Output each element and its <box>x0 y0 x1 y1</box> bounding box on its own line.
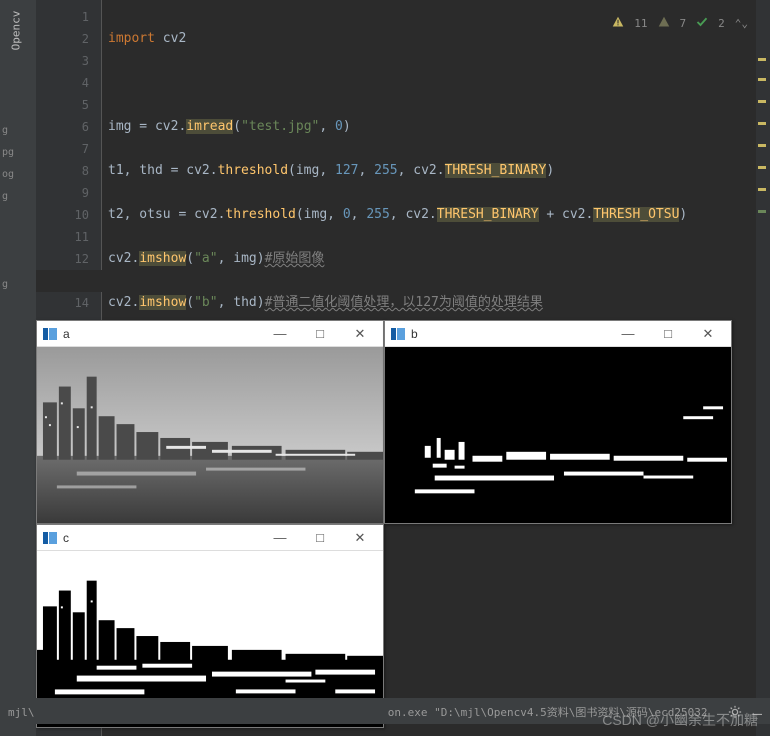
minimize-button[interactable]: — <box>263 530 297 545</box>
close-button[interactable]: ✕ <box>691 326 725 342</box>
line-number: 12 <box>36 248 89 270</box>
titlebar[interactable]: c — □ ✕ <box>37 525 383 551</box>
error-stripe[interactable] <box>756 0 770 736</box>
line-number: 7 <box>36 138 89 160</box>
list-item[interactable]: og <box>2 164 14 186</box>
line-number: 9 <box>36 182 89 204</box>
weak-warning-icon <box>658 16 670 31</box>
close-button[interactable]: ✕ <box>343 326 377 342</box>
titlebar[interactable]: b — □ ✕ <box>385 321 731 347</box>
weak-warning-count: 7 <box>680 17 687 30</box>
sidebar-file-list: g pg og g g <box>2 120 14 296</box>
ok-count: 2 <box>718 17 725 30</box>
list-item[interactable]: g <box>2 274 14 296</box>
line-number: 1 <box>36 6 89 28</box>
sidebar-tab-label[interactable]: Opencv <box>9 11 22 51</box>
gear-icon[interactable] <box>728 705 742 722</box>
image-canvas <box>385 347 731 523</box>
list-item[interactable]: g <box>2 186 14 208</box>
line-number: 6 <box>36 116 89 138</box>
line-number: 4 <box>36 72 89 94</box>
run-console-path: mjl\ on.exe "D:\mjl\Opencv4.5资料\图书资料\源码\… <box>0 698 770 724</box>
titlebar[interactable]: a — □ ✕ <box>37 321 383 347</box>
chevron-up-down-icon[interactable]: ⌃⌄ <box>735 17 748 30</box>
ok-icon <box>696 16 708 31</box>
line-number: 14 <box>36 292 89 314</box>
line-number: 2 <box>36 28 89 50</box>
warning-icon <box>612 16 624 31</box>
minimize-button[interactable]: — <box>611 326 645 341</box>
line-number: 11 <box>36 226 89 248</box>
maximize-button[interactable]: □ <box>303 326 337 341</box>
close-button[interactable]: ✕ <box>343 530 377 546</box>
minimize-tool-window-icon[interactable]: — <box>752 704 762 723</box>
line-number: 5 <box>36 94 89 116</box>
warning-count: 11 <box>634 17 647 30</box>
list-item[interactable]: pg <box>2 142 14 164</box>
list-item[interactable]: g <box>2 120 14 142</box>
line-number: 8 <box>36 160 89 182</box>
image-window-b[interactable]: b — □ ✕ <box>384 320 732 524</box>
opencv-icon <box>43 328 57 340</box>
window-title: c <box>63 531 257 545</box>
line-number: 3 <box>36 50 89 72</box>
minimize-button[interactable]: — <box>263 326 297 341</box>
inspections-widget[interactable]: 11 7 2 ⌃⌄ <box>612 16 748 31</box>
window-title: a <box>63 327 257 341</box>
image-window-a[interactable]: a — □ ✕ <box>36 320 384 524</box>
line-number: 10 <box>36 204 89 226</box>
maximize-button[interactable]: □ <box>651 326 685 341</box>
maximize-button[interactable]: □ <box>303 530 337 545</box>
opencv-icon <box>391 328 405 340</box>
window-title: b <box>411 327 605 341</box>
opencv-icon <box>43 532 57 544</box>
image-canvas <box>37 347 383 523</box>
sidebar: Opencv g pg og g g <box>0 0 36 736</box>
